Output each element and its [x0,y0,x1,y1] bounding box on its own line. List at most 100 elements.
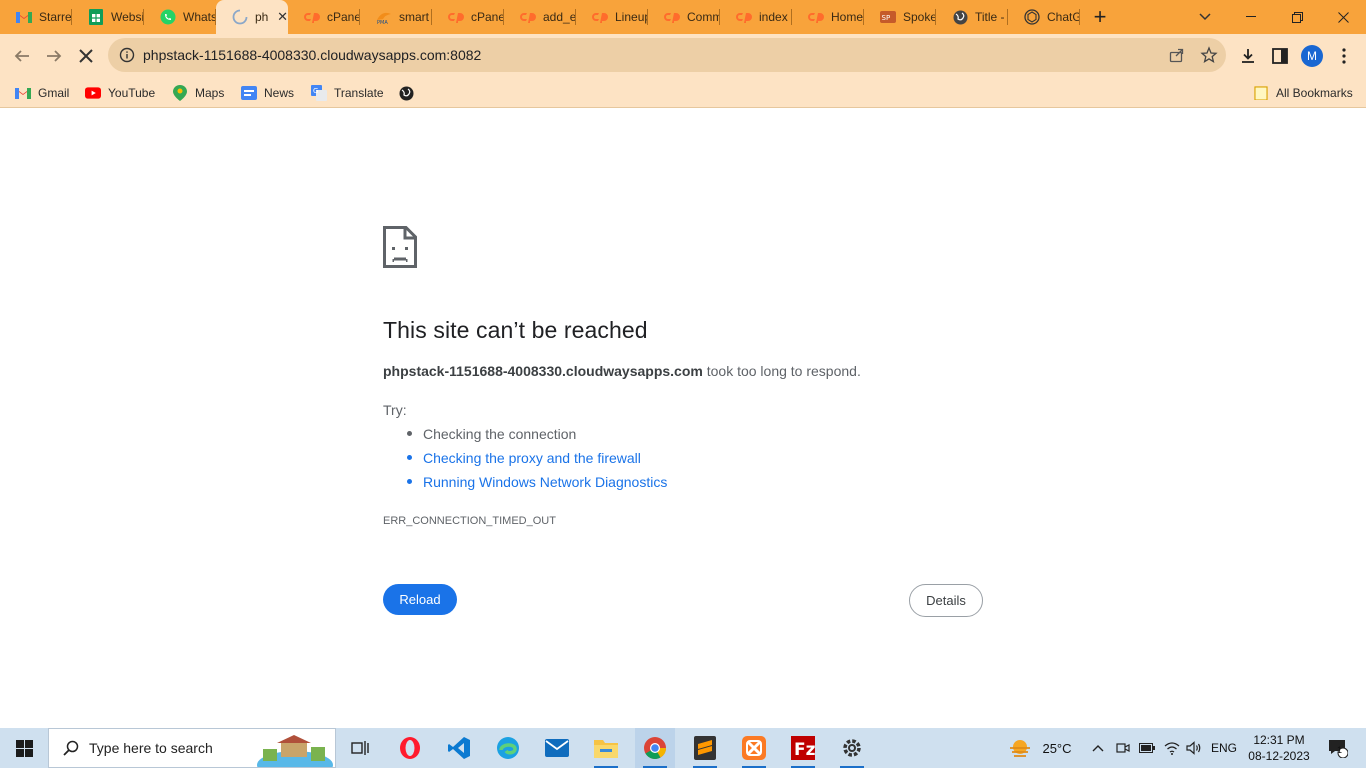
downloads-button[interactable] [1235,43,1261,69]
all-bookmarks-folder[interactable]: All Bookmarks [1253,82,1353,104]
tab-strip: Starred Website WhatsApp phpstack ✕ cPanelPMA… [0,0,1366,34]
taskbar-search[interactable]: Type here to search [48,728,336,768]
share-icon[interactable] [1168,46,1186,64]
stop-x-icon [79,49,93,63]
search-icon [63,740,79,756]
url-text[interactable]: phpstack-1151688-4008330.cloudwaysapps.c… [143,47,481,63]
tab-0[interactable]: Starred [0,0,72,34]
start-button[interactable] [0,728,48,768]
tab-9[interactable]: Comm [648,0,720,34]
address-bar[interactable]: phpstack-1151688-4008330.cloudwaysapps.c… [108,38,1226,72]
close-tab-icon[interactable]: ✕ [277,9,288,25]
back-button[interactable] [9,43,35,69]
tab-search-button[interactable] [1190,0,1220,34]
wifi-icon [1164,742,1180,755]
cpanel-icon [592,9,608,25]
new-tab-button[interactable]: + [1080,0,1120,34]
browser-menu-button[interactable] [1331,43,1357,69]
battery-indicator[interactable] [1137,728,1157,768]
tab-8[interactable]: Lineup [576,0,648,34]
info-icon[interactable] [119,47,135,63]
opera-icon [400,737,420,759]
filezilla-icon: Fz [791,736,815,760]
tab-4[interactable]: cPanel [288,0,360,34]
suggestion-proxy-firewall-link[interactable]: Checking the proxy and the firewall [423,450,641,466]
bookmark-translate[interactable]: G Translate [311,82,384,104]
tab-title: cPanel [327,10,360,24]
tab-title: add_e [543,10,576,24]
bullet [407,431,412,436]
clock[interactable]: 12:31 PM 08-12-2023 [1244,728,1314,768]
tab-1[interactable]: Website [72,0,144,34]
suggestion-network-diagnostics-link[interactable]: Running Windows Network Diagnostics [423,474,667,490]
page-content: This site can’t be reached phpstack-1151… [0,109,1366,728]
forward-button[interactable] [41,43,67,69]
bookmark-youtube[interactable]: YouTube [85,82,155,104]
taskbar-mail[interactable] [537,728,577,768]
taskbar-xampp[interactable] [734,728,774,768]
taskbar-edge[interactable] [488,728,528,768]
youtube-icon [85,85,101,101]
try-label: Try: [383,402,407,418]
details-button[interactable]: Details [909,584,983,617]
maps-icon [172,85,188,101]
windows-taskbar: Type here to search Fz 25°C ENG 12:31 PM… [0,728,1366,768]
download-icon [1242,49,1254,63]
bookmarks-bar: Gmail YouTube Maps News G Translate All … [0,78,1366,108]
meet-now-button[interactable] [1113,728,1133,768]
cpanel-icon [808,9,824,25]
reload-button[interactable]: Reload [383,584,457,615]
taskbar-opera[interactable] [390,728,430,768]
weather-widget[interactable]: 25°C [1004,728,1076,768]
bookmark-news[interactable]: News [241,82,294,104]
bookmark-gmail[interactable]: Gmail [15,82,69,104]
cpanel-icon [664,9,680,25]
taskbar-chrome[interactable] [635,728,675,768]
gmail-icon [16,9,32,25]
close-window-button[interactable] [1320,0,1366,34]
profile-button[interactable]: M [1299,43,1325,69]
tab-title: phpstack [255,10,269,24]
taskbar-settings[interactable] [832,728,872,768]
tab-10[interactable]: index [720,0,792,34]
taskbar-filezilla[interactable]: Fz [783,728,823,768]
tab-title: Spoke [903,10,936,24]
mail-icon [545,739,569,757]
chatgpt-icon [1024,9,1040,25]
restore-button[interactable] [1274,0,1320,34]
svg-text:Fz: Fz [794,740,815,760]
volume-indicator[interactable] [1184,728,1204,768]
network-indicator[interactable] [1162,728,1182,768]
translate-icon: G [311,85,327,101]
globe-icon [952,9,968,25]
minimize-button[interactable] [1228,0,1274,34]
notification-center-button[interactable]: 1 [1318,728,1358,768]
show-hidden-icons-button[interactable] [1088,728,1108,768]
tab-5[interactable]: PMA smart [360,0,432,34]
taskbar-sublime[interactable] [685,728,725,768]
cpanel-icon [448,9,464,25]
tab-2[interactable]: WhatsApp [144,0,216,34]
taskbar-vscode[interactable] [439,728,479,768]
sad-page-icon [383,226,417,268]
bookmark-globe[interactable] [398,82,421,104]
tab-title: Starred [39,10,72,24]
taskbar-file-explorer[interactable] [586,728,626,768]
chevron-up-icon [1092,745,1104,752]
tab-6[interactable]: cPanel [432,0,504,34]
stop-loading-button[interactable] [73,43,99,69]
tab-title: WhatsApp [183,10,216,24]
input-language[interactable]: ENG [1208,728,1240,768]
tab-3[interactable]: phpstack ✕ [216,0,288,34]
tab-13[interactable]: Title - [936,0,1008,34]
side-panel-button[interactable] [1267,43,1293,69]
tab-11[interactable]: Home [792,0,864,34]
tab-7[interactable]: add_e [504,0,576,34]
bookmark-maps[interactable]: Maps [172,82,224,104]
task-view-button[interactable] [340,728,380,768]
tab-12[interactable]: SP Spoke [864,0,936,34]
xampp-icon [742,736,766,760]
tab-title: Website [111,10,144,24]
tab-14[interactable]: ChatGPT [1008,0,1080,34]
bookmark-star-icon[interactable] [1200,46,1218,64]
